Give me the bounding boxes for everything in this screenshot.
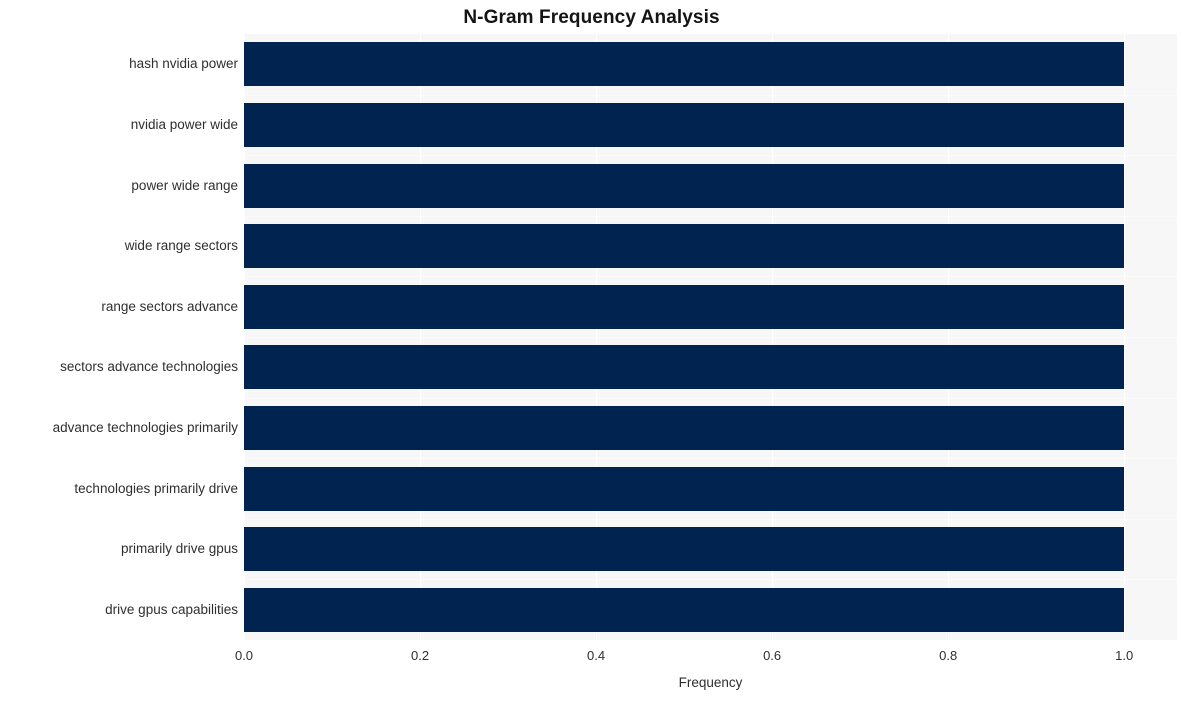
y-axis-tick-label: technologies primarily drive xyxy=(74,480,238,496)
y-gridline xyxy=(244,579,1177,580)
bar[interactable] xyxy=(244,163,1125,208)
y-axis-tick-label: drive gpus capabilities xyxy=(105,601,238,617)
y-axis-tick-label: power wide range xyxy=(131,177,238,193)
y-gridline xyxy=(244,398,1177,399)
y-gridline xyxy=(244,216,1177,217)
y-gridline xyxy=(244,155,1177,156)
y-axis-tick-label: range sectors advance xyxy=(101,298,238,314)
bar[interactable] xyxy=(244,42,1125,87)
chart-title: N-Gram Frequency Analysis xyxy=(463,7,720,28)
y-gridline xyxy=(244,276,1177,277)
x-axis-tick-label: 0.6 xyxy=(763,648,782,663)
bar[interactable] xyxy=(244,527,1125,572)
plot-area xyxy=(244,34,1177,640)
x-axis-tick-label: 0.0 xyxy=(234,648,254,663)
y-axis-tick-label: advance technologies primarily xyxy=(52,419,238,435)
y-axis-tick-label: hash nvidia power xyxy=(129,56,238,72)
y-axis-tick-labels: hash nvidia power nvidia power wide power … xyxy=(0,34,238,640)
x-axis-tick-label: 0.8 xyxy=(939,648,958,663)
bar[interactable] xyxy=(244,284,1125,329)
x-axis-tick-label: 0.2 xyxy=(410,648,430,663)
chart-figure: N-Gram Frequency Analysis hash nvidia po… xyxy=(0,0,1183,701)
x-axis-tick-label: 0.4 xyxy=(587,648,606,663)
y-gridline xyxy=(244,95,1177,96)
y-axis-tick-label: wide range sectors xyxy=(124,238,238,254)
y-gridline xyxy=(244,519,1177,520)
x-axis-title: Frequency xyxy=(678,675,743,690)
y-axis-tick-label: primarily drive gpus xyxy=(120,541,238,557)
y-axis-tick-label: sectors advance technologies xyxy=(60,359,238,375)
bar[interactable] xyxy=(244,466,1125,511)
bar[interactable] xyxy=(244,345,1125,390)
bar[interactable] xyxy=(244,405,1125,450)
bar[interactable] xyxy=(244,587,1125,632)
bar[interactable] xyxy=(244,224,1125,269)
x-axis-tick-labels: 0.0 0.2 0.4 0.6 0.8 1.0 xyxy=(0,648,1183,668)
y-gridline xyxy=(244,337,1177,338)
y-gridline xyxy=(244,458,1177,459)
x-axis-tick-label: 1.0 xyxy=(1115,648,1134,663)
y-axis-tick-label: nvidia power wide xyxy=(130,116,238,132)
bar[interactable] xyxy=(244,102,1125,147)
